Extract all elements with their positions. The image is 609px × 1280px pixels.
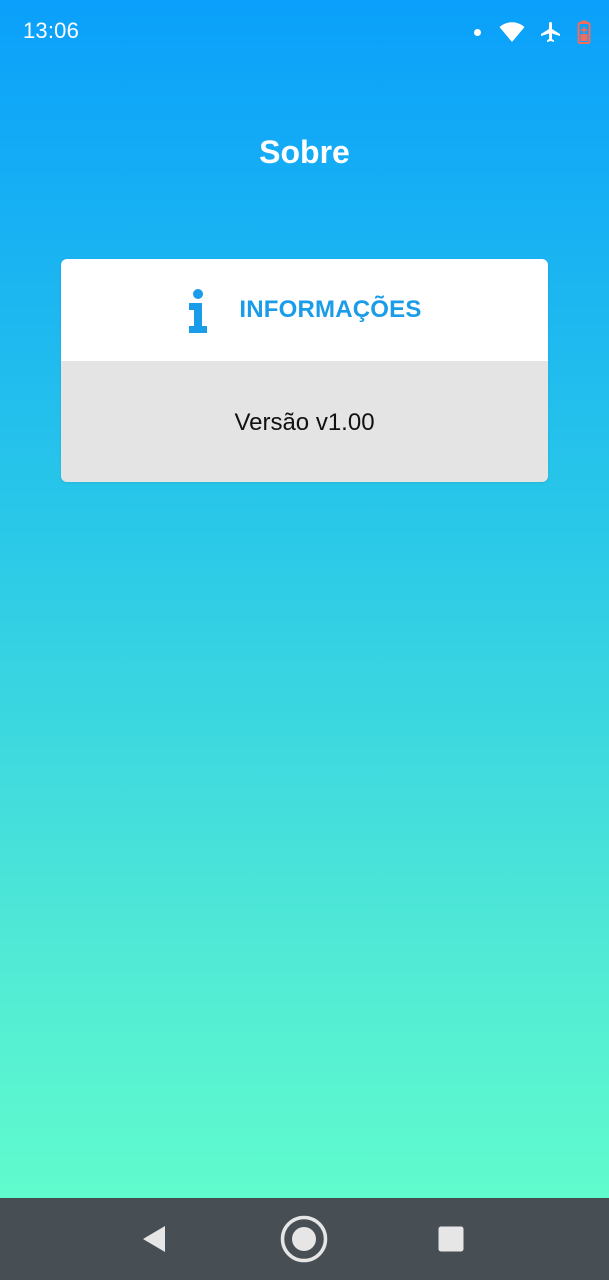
info-icon [189,289,208,333]
page-title: Sobre [259,134,350,170]
airplane-mode-icon [541,22,560,42]
status-icons [474,18,591,46]
info-card-header: INFORMAÇÕES [61,259,548,361]
app-screen: 13:06 Sobre INFORMAÇÕES Versão v1.00 [0,0,609,1198]
version-label: Versão v1.00 [234,408,375,436]
back-button[interactable] [128,1213,180,1265]
info-card: INFORMAÇÕES Versão v1.00 [61,259,548,482]
home-button[interactable] [278,1213,330,1265]
info-card-title: INFORMAÇÕES [239,296,422,323]
recents-button[interactable] [425,1213,477,1265]
status-bar: 13:06 [0,0,609,64]
info-card-body: Versão v1.00 [61,361,548,482]
recents-icon [438,1226,464,1252]
back-icon [143,1226,165,1252]
battery-icon [577,20,591,44]
status-time: 13:06 [23,18,80,43]
wifi-icon [499,22,525,42]
home-icon [280,1215,328,1263]
navigation-bar [0,1198,609,1280]
notification-dot-icon [474,28,481,36]
